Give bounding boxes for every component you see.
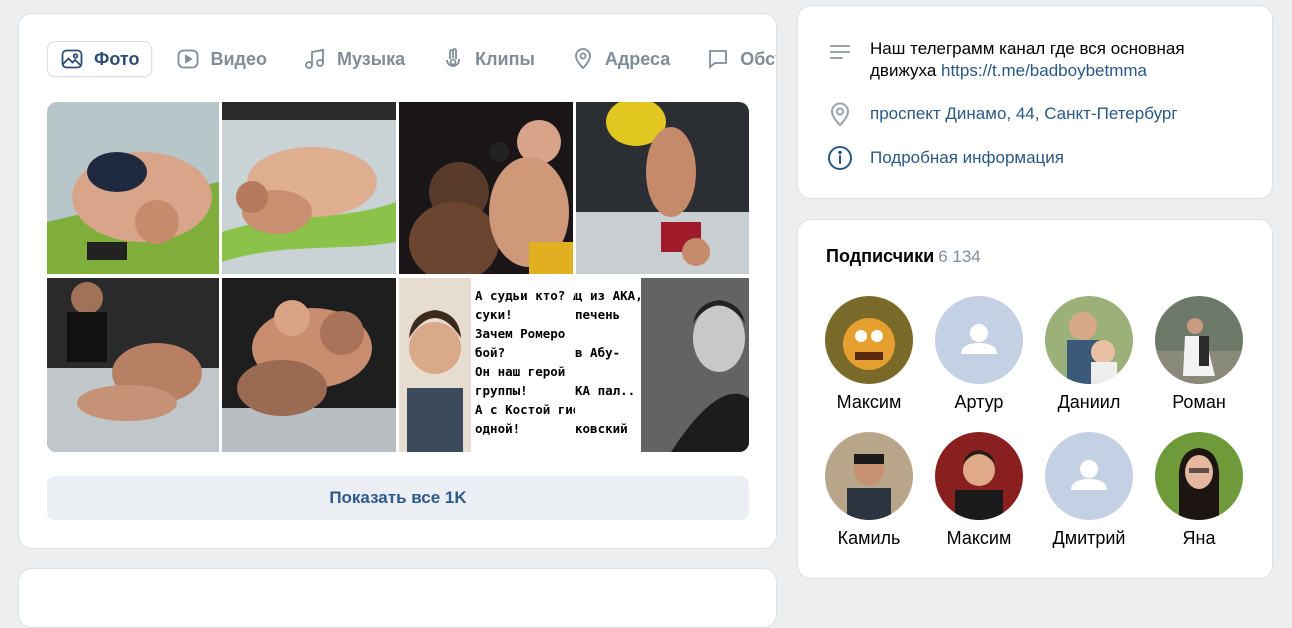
address-link[interactable]: проспект Динамо, 44, Санкт-Петербург: [870, 104, 1178, 123]
subscriber-name: Яна: [1182, 528, 1216, 548]
subscriber-name: Артур: [954, 392, 1004, 412]
meme-line: одной!: [475, 421, 521, 436]
subscriber-item[interactable]: Камиль: [814, 432, 924, 549]
avatar: [825, 296, 913, 384]
subscribers-count: 6 134: [938, 247, 981, 266]
tab-discussions-label: Обсуждения: [740, 48, 776, 69]
photo-thumbnail[interactable]: [576, 102, 749, 274]
subscriber-item[interactable]: Максим: [924, 432, 1034, 549]
details-link[interactable]: Подробная информация: [870, 148, 1064, 167]
avatar-placeholder: [1045, 432, 1133, 520]
meme-line: ковский: [575, 421, 628, 436]
photo-thumbnail[interactable]: [641, 278, 749, 452]
video-icon: [178, 49, 199, 69]
meme-line: бой?: [475, 345, 506, 360]
tab-music-label: Музыка: [336, 48, 406, 69]
avatar: [1045, 296, 1133, 384]
info-icon: [828, 146, 852, 170]
discussion-icon: [709, 50, 728, 69]
subscriber-name: Дмитрий: [1052, 528, 1126, 548]
image-icon: [61, 49, 83, 69]
meme-line: ц из АКА,: [575, 288, 641, 303]
text-lines-icon: [830, 45, 850, 59]
photo-thumbnail[interactable]: [47, 102, 219, 274]
tab-music[interactable]: Музыка: [291, 41, 417, 77]
meme-line: в Абу-: [575, 345, 621, 360]
subscriber-item[interactable]: Даниил: [1034, 296, 1144, 413]
tab-clips-label: Клипы: [475, 48, 535, 69]
avatar: [825, 432, 913, 520]
tab-discussions[interactable]: Обсуждения: [694, 41, 776, 77]
show-all-photos-button[interactable]: Показать все 1K: [47, 476, 749, 520]
avatar: [935, 432, 1023, 520]
meme-line: Зачем Ромеро: [475, 326, 566, 341]
photo-thumbnail[interactable]: [47, 278, 219, 452]
subscriber-name: Камиль: [837, 528, 901, 548]
avatar: [1155, 296, 1243, 384]
subscriber-name: Максим: [946, 528, 1012, 548]
subscriber-name: Даниил: [1057, 392, 1121, 412]
meme-line: А с Костой гиф: [475, 402, 581, 417]
address-row: проспект Динамо, 44, Санкт-Петербург: [826, 100, 1250, 128]
music-icon: [305, 48, 324, 69]
next-card: [18, 568, 777, 628]
subscribers-card: Подписчики 6 134 Максим Артур Даниил Рома…: [797, 219, 1273, 579]
subscribers-header[interactable]: Подписчики 6 134: [826, 246, 981, 267]
media-tabs: Фото Видео Музыка Клипы Адреса Обсуждени…: [47, 40, 776, 78]
photo-thumbnail[interactable]: [222, 102, 396, 274]
photo-thumbnail[interactable]: [222, 278, 396, 452]
subscriber-item[interactable]: Дмитрий: [1034, 432, 1144, 549]
tab-addresses[interactable]: Адреса: [559, 41, 682, 77]
meme-line: А судьи кто? А: [475, 288, 581, 303]
subscriber-name: Роман: [1172, 392, 1226, 412]
location-icon: [830, 102, 850, 127]
clips-icon: [446, 48, 460, 67]
location-icon: [574, 48, 591, 70]
details-row[interactable]: Подробная информация: [826, 144, 1250, 172]
subscriber-item[interactable]: Роман: [1144, 296, 1254, 413]
avatar: [1155, 432, 1243, 520]
meme-text-right: ц из АКА, печень в Абу- КА пал.. ковский: [575, 286, 641, 438]
tab-video-label: Видео: [210, 48, 267, 69]
tab-video[interactable]: Видео: [164, 41, 279, 77]
meme-text-left: А судьи кто? А суки! Зачем Ромеро бой? О…: [475, 286, 580, 438]
meme-line: Он наш герой: [475, 364, 566, 379]
subscriber-item[interactable]: Максим: [814, 296, 924, 413]
description-row: Наш телеграмм канал где вся основная дви…: [826, 38, 1250, 82]
subscriber-item[interactable]: Яна: [1144, 432, 1254, 549]
tab-photo[interactable]: Фото: [47, 41, 153, 77]
subscribers-title: Подписчики: [826, 246, 935, 266]
telegram-link[interactable]: https://t.me/badboybetmma: [941, 61, 1147, 80]
info-card: Наш телеграмм канал где вся основная дви…: [797, 5, 1273, 199]
meme-line: печень: [575, 307, 621, 322]
community-description: Наш телеграмм канал где вся основная дви…: [870, 38, 1250, 82]
tab-photo-label: Фото: [94, 48, 140, 69]
subscriber-name: Максим: [836, 392, 902, 412]
avatar-placeholder: [935, 296, 1023, 384]
tab-addresses-label: Адреса: [604, 48, 671, 69]
meme-line: КА пал..: [575, 383, 636, 398]
tab-clips[interactable]: Клипы: [429, 41, 547, 77]
meme-line: суки!: [475, 307, 513, 322]
media-card: Фото Видео Музыка Клипы Адреса Обсуждени…: [18, 13, 777, 549]
address-text[interactable]: проспект Динамо, 44, Санкт-Петербург: [870, 100, 1250, 128]
photo-thumbnail[interactable]: [399, 102, 573, 274]
photo-meme-2[interactable]: ц из АКА, печень в Абу- КА пал.. ковский: [575, 278, 641, 452]
meme-line: группы!: [475, 383, 528, 398]
photo-grid: А судьи кто? А суки! Зачем Ромеро бой? О…: [47, 102, 749, 452]
subscriber-item[interactable]: Артур: [924, 296, 1034, 413]
